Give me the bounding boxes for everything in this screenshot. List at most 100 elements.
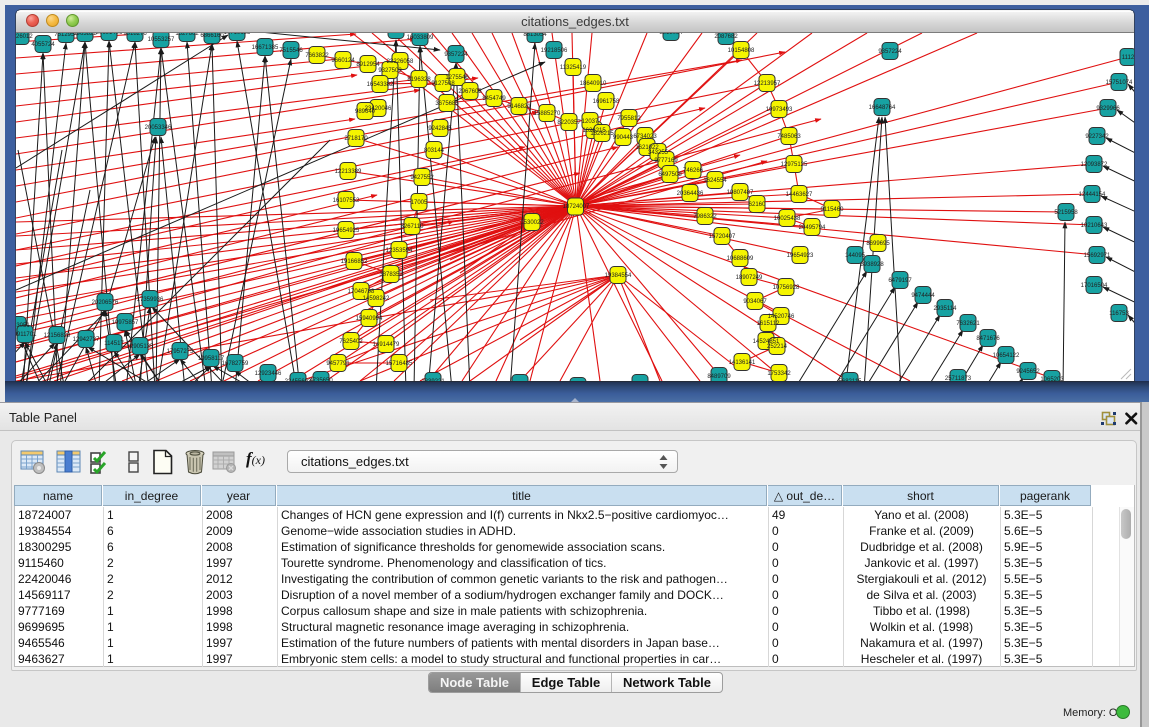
svg-text:8813054: 8813054 bbox=[523, 33, 547, 38]
svg-text:16961758: 16961758 bbox=[593, 99, 620, 105]
svg-text:16648764: 16648764 bbox=[869, 105, 896, 111]
svg-text:5215958: 5215958 bbox=[1054, 210, 1078, 216]
svg-text:6011809: 6011809 bbox=[385, 33, 409, 34]
svg-text:9357224: 9357224 bbox=[444, 52, 468, 58]
svg-text:10756928: 10756928 bbox=[773, 285, 800, 291]
svg-text:3878352: 3878352 bbox=[379, 272, 403, 278]
svg-text:7955812: 7955812 bbox=[617, 116, 641, 122]
svg-text:9115460: 9115460 bbox=[821, 207, 845, 213]
svg-text:11325419: 11325419 bbox=[560, 65, 587, 71]
svg-text:343255: 343255 bbox=[648, 150, 669, 156]
svg-text:15940994: 15940994 bbox=[356, 316, 383, 322]
svg-text:1963822: 1963822 bbox=[73, 33, 97, 37]
svg-text:12213389: 12213389 bbox=[335, 169, 362, 175]
svg-text:9146821: 9146821 bbox=[507, 104, 531, 110]
svg-text:7485063: 7485063 bbox=[777, 134, 801, 140]
svg-text:19654925: 19654925 bbox=[333, 228, 360, 234]
svg-text:10025438: 10025438 bbox=[774, 216, 801, 222]
svg-text:15885270: 15885270 bbox=[534, 111, 561, 117]
svg-text:8938928: 8938928 bbox=[860, 262, 884, 268]
svg-text:3911701: 3911701 bbox=[16, 332, 37, 338]
svg-text:62160: 62160 bbox=[749, 202, 766, 208]
svg-text:14914479: 14914479 bbox=[373, 342, 400, 348]
svg-text:15751074: 15751074 bbox=[1106, 80, 1133, 86]
svg-text:18640910: 18640910 bbox=[580, 81, 607, 87]
svg-text:17359936: 17359936 bbox=[137, 297, 164, 303]
svg-text:14520746: 14520746 bbox=[768, 314, 795, 320]
svg-text:8196328: 8196328 bbox=[407, 77, 431, 83]
svg-text:8912954: 8912954 bbox=[356, 62, 380, 68]
svg-text:1753342: 1753342 bbox=[767, 371, 791, 377]
svg-text:10807487: 10807487 bbox=[727, 190, 754, 196]
svg-text:10719155: 10719155 bbox=[224, 33, 251, 36]
svg-text:9357224: 9357224 bbox=[878, 49, 902, 55]
svg-text:8220357: 8220357 bbox=[557, 120, 581, 126]
svg-text:2087682: 2087682 bbox=[714, 34, 738, 40]
svg-text:15720407: 15720407 bbox=[709, 234, 736, 240]
svg-text:10975857: 10975857 bbox=[112, 320, 139, 326]
svg-text:12975125: 12975125 bbox=[781, 162, 808, 168]
svg-text:9227342: 9227342 bbox=[1085, 134, 1109, 140]
svg-text:14598242: 14598242 bbox=[363, 296, 390, 302]
svg-text:12942737: 12942737 bbox=[73, 337, 100, 343]
svg-text:5026012: 5026012 bbox=[16, 34, 33, 40]
svg-text:8813054: 8813054 bbox=[659, 33, 683, 36]
svg-text:990443: 990443 bbox=[613, 135, 634, 141]
svg-text:19384554: 19384554 bbox=[605, 273, 632, 279]
svg-text:8471676: 8471676 bbox=[976, 336, 1000, 342]
svg-text:3267110: 3267110 bbox=[401, 224, 425, 230]
svg-text:8699695: 8699695 bbox=[866, 241, 890, 247]
svg-text:17046708: 17046708 bbox=[348, 289, 375, 295]
svg-text:144095: 144095 bbox=[845, 253, 866, 259]
svg-text:12213957: 12213957 bbox=[754, 81, 781, 87]
svg-text:6497508: 6497508 bbox=[658, 172, 682, 178]
svg-text:9245652: 9245652 bbox=[1016, 369, 1040, 375]
svg-text:114517: 114517 bbox=[104, 341, 124, 347]
svg-text:9034067: 9034067 bbox=[743, 299, 767, 305]
svg-text:17016504: 17016504 bbox=[1081, 283, 1108, 289]
svg-text:12353594: 12353594 bbox=[386, 248, 413, 254]
svg-text:14463627: 14463627 bbox=[786, 192, 813, 198]
svg-text:20206576: 20206576 bbox=[92, 300, 119, 306]
svg-text:6866160: 6866160 bbox=[200, 33, 224, 39]
svg-text:16033809: 16033809 bbox=[407, 35, 434, 41]
svg-text:10553257: 10553257 bbox=[148, 37, 175, 43]
svg-text:10688609: 10688609 bbox=[727, 256, 754, 262]
svg-text:23226058: 23226058 bbox=[387, 59, 414, 65]
svg-text:20495794: 20495794 bbox=[799, 225, 826, 231]
svg-text:9242845: 9242845 bbox=[428, 126, 452, 132]
svg-text:4735650: 4735650 bbox=[309, 378, 333, 381]
svg-text:9474444: 9474444 bbox=[911, 293, 935, 299]
svg-text:7625402: 7625402 bbox=[339, 339, 363, 345]
svg-text:20364436: 20364436 bbox=[677, 191, 704, 197]
svg-text:9318276: 9318276 bbox=[123, 33, 147, 37]
svg-text:4055724: 4055724 bbox=[31, 42, 55, 48]
svg-text:2967608: 2967608 bbox=[458, 89, 482, 95]
svg-text:4353051: 4353051 bbox=[16, 323, 30, 329]
svg-text:25711873: 25711873 bbox=[945, 376, 972, 381]
svg-text:18907249: 18907249 bbox=[736, 275, 763, 281]
svg-text:9127508: 9127508 bbox=[431, 81, 455, 87]
svg-text:1626215: 1626215 bbox=[590, 131, 614, 137]
svg-text:19166852: 19166852 bbox=[341, 259, 368, 265]
svg-text:7632621: 7632621 bbox=[956, 321, 980, 327]
svg-text:19654923: 19654923 bbox=[787, 253, 814, 259]
svg-text:16107552: 16107552 bbox=[333, 198, 360, 204]
svg-text:1615112: 1615112 bbox=[757, 321, 781, 327]
svg-text:9457791: 9457791 bbox=[326, 361, 350, 367]
svg-text:20053346: 20053346 bbox=[145, 125, 172, 131]
svg-text:16782759: 16782759 bbox=[222, 361, 249, 367]
svg-text:12923446: 12923446 bbox=[255, 371, 282, 377]
svg-text:1527602: 1527602 bbox=[175, 33, 199, 37]
svg-text:12037: 12037 bbox=[582, 119, 599, 125]
svg-text:9427552: 9427552 bbox=[410, 175, 434, 181]
svg-text:746266: 746266 bbox=[683, 168, 704, 174]
svg-text:12905135: 12905135 bbox=[127, 344, 154, 350]
svg-text:9329966: 9329966 bbox=[1096, 106, 1120, 112]
svg-text:2935114: 2935114 bbox=[934, 306, 958, 312]
svg-text:10210643: 10210643 bbox=[1081, 223, 1108, 229]
svg-text:8454749: 8454749 bbox=[482, 96, 506, 102]
svg-text:7986322: 7986322 bbox=[693, 214, 717, 220]
svg-text:252214: 252214 bbox=[767, 344, 788, 350]
svg-text:1112: 1112 bbox=[1122, 55, 1134, 61]
